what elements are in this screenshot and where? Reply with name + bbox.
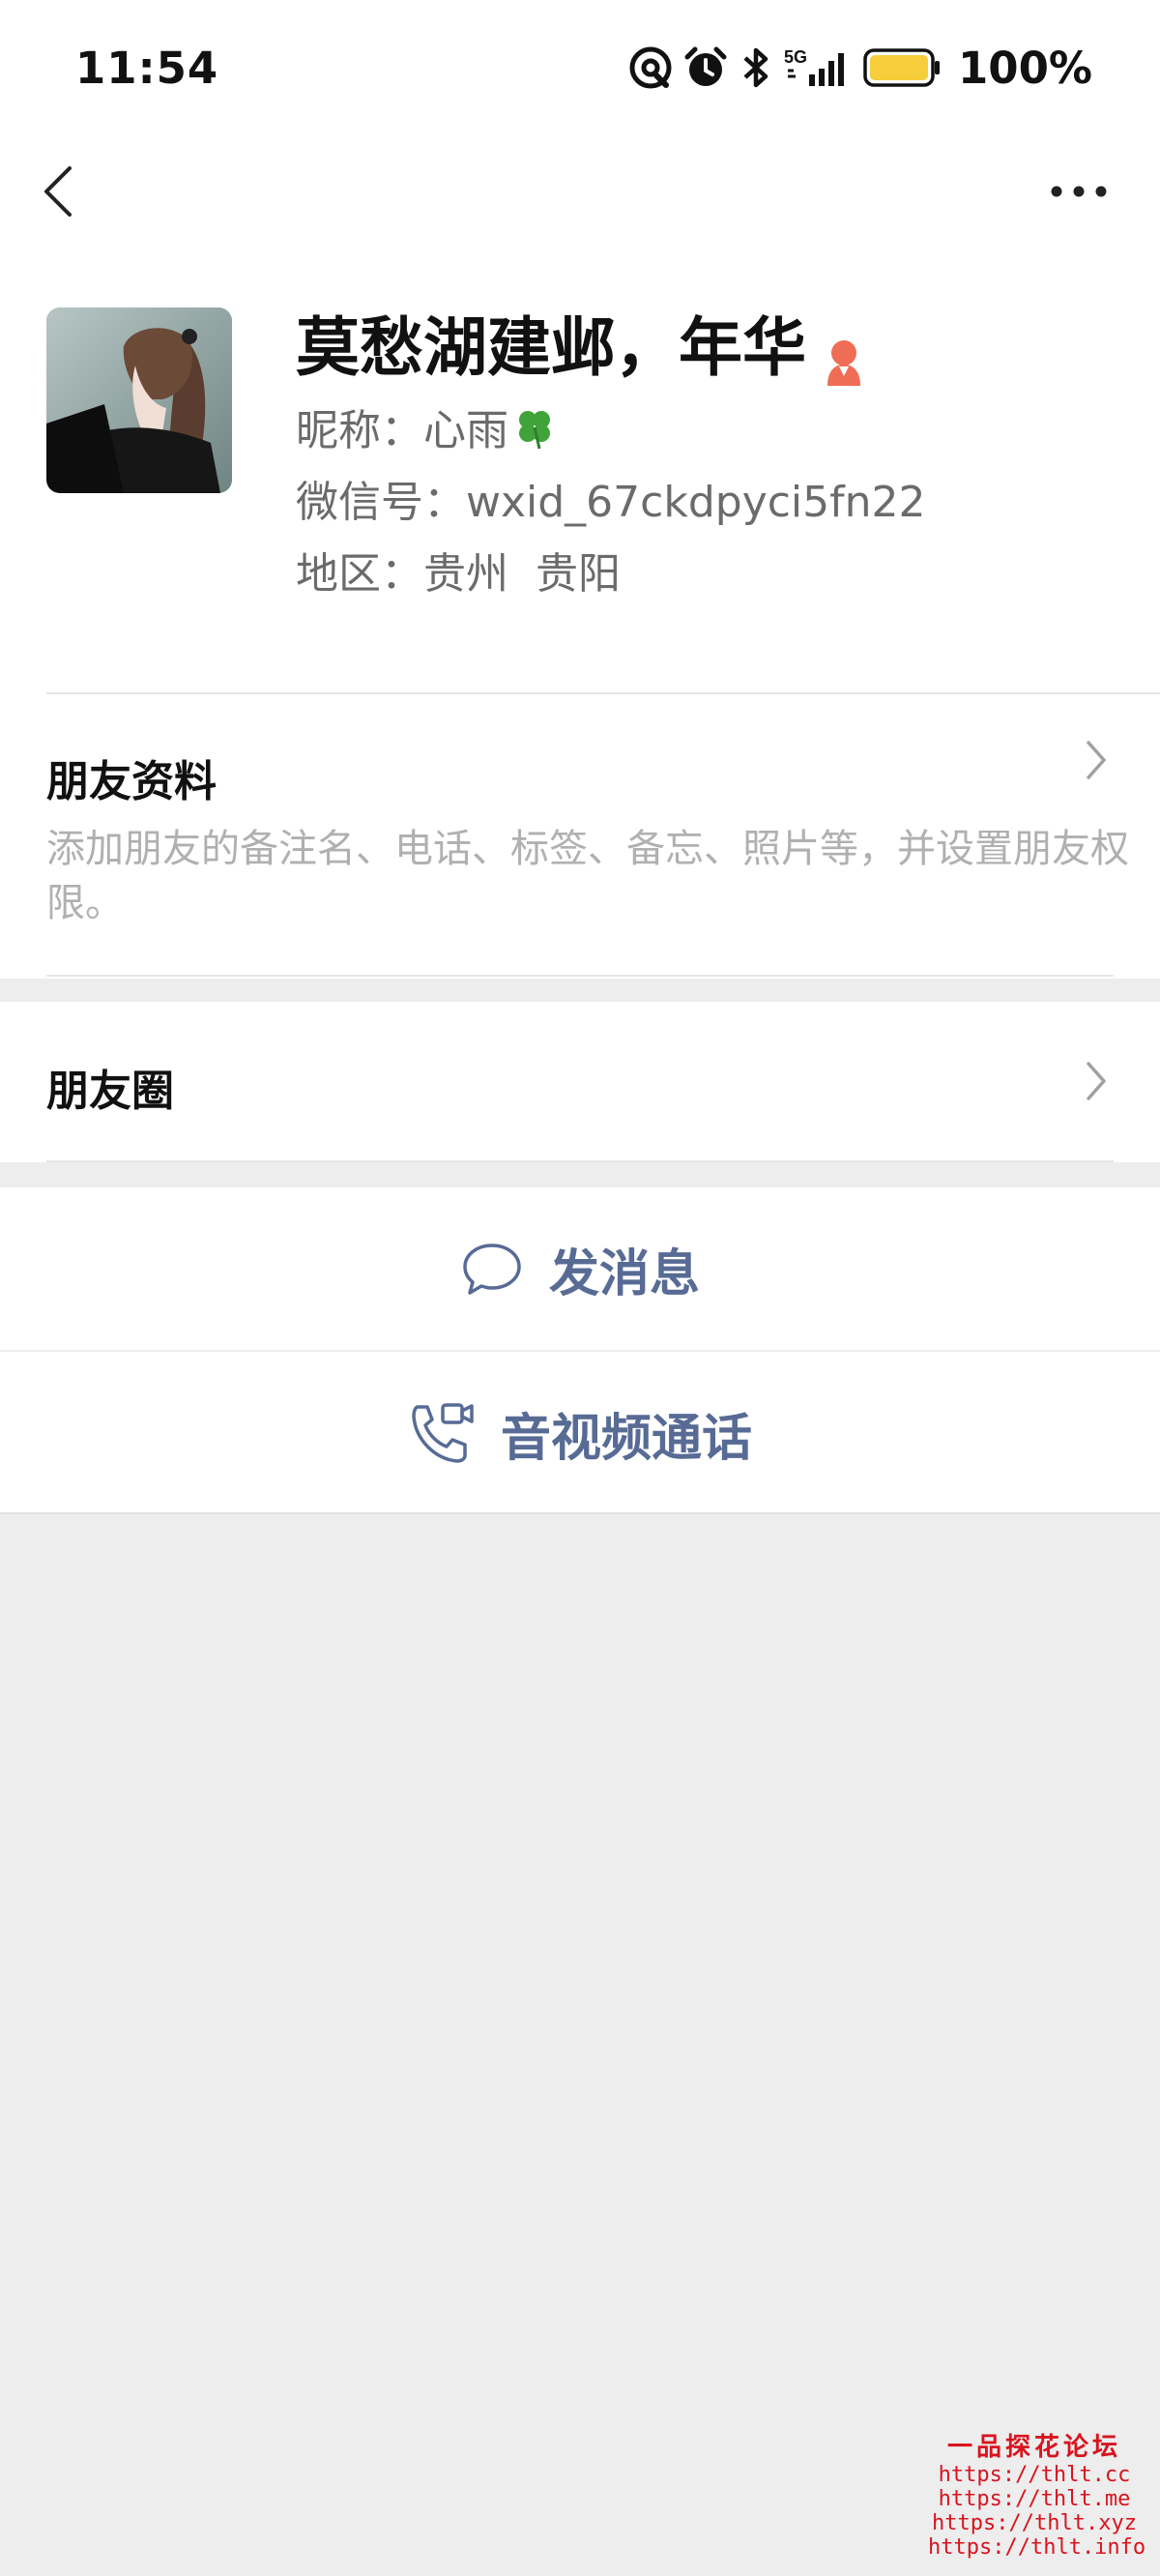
wechat-id-label: 微信号： <box>296 478 466 527</box>
profile-name-text: 莫愁湖建邺，年华 <box>296 310 806 385</box>
friend-info-title: 朋友资料 <box>46 757 217 806</box>
divider <box>0 1512 1160 1514</box>
chevron-left-icon <box>44 166 72 217</box>
divider <box>46 975 1114 977</box>
bluetooth-icon <box>740 45 772 90</box>
watermark-title: 一品探花论坛 <box>946 2433 1121 2462</box>
battery-icon <box>863 47 941 88</box>
alarm-icon <box>683 45 728 90</box>
chevron-right-icon <box>1087 1062 1106 1100</box>
chevron-right-icon <box>1087 741 1106 779</box>
region-line: 地区：贵州 贵阳 <box>296 545 621 603</box>
moments-row[interactable]: 朋友圈 <box>0 1002 1160 1162</box>
friend-info-description: 添加朋友的备注名、电话、标签、备忘、照片等，并设置朋友权限。 <box>46 827 1129 925</box>
status-bar: 11:54 5G 100% <box>0 0 1160 135</box>
moments-title: 朋友圈 <box>46 1067 174 1116</box>
more-dots-icon <box>1051 186 1107 197</box>
battery-percent: 100% <box>957 42 1092 94</box>
section-gap <box>0 1162 1160 1186</box>
network-label: 5G <box>784 47 807 67</box>
avatar-image <box>46 307 232 493</box>
profile-name: 莫愁湖建邺，年华 <box>296 307 866 389</box>
nickname-line: 昵称：心雨 <box>296 402 557 460</box>
hotspot-icon <box>629 46 672 89</box>
region-label: 地区： <box>296 549 423 599</box>
video-call-label: 音视频通话 <box>500 1409 752 1468</box>
wechat-id-line: 微信号：wxid_67ckdpyci5fn22 <box>296 474 926 532</box>
watermark-link: https://thlt.info <box>928 2535 1146 2560</box>
send-message-button[interactable]: 发消息 <box>0 1187 1160 1350</box>
clover-icon <box>512 406 557 451</box>
status-time: 11:54 <box>75 43 219 94</box>
phone-video-icon <box>412 1403 474 1463</box>
status-icons: 5G 100% <box>629 39 1092 97</box>
watermark-link: https://thlt.xyz <box>932 2511 1137 2535</box>
back-button[interactable] <box>37 161 79 222</box>
chat-bubble-icon <box>463 1244 521 1295</box>
section-gap <box>0 979 1160 1002</box>
female-icon <box>822 324 866 386</box>
video-call-button[interactable]: 音视频通话 <box>0 1352 1160 1514</box>
wechat-id-value: wxid_67ckdpyci5fn22 <box>466 478 926 527</box>
signal-icon: 5G <box>784 45 852 90</box>
send-message-label: 发消息 <box>548 1244 700 1303</box>
more-button[interactable] <box>1048 178 1110 205</box>
avatar[interactable] <box>46 307 232 493</box>
nickname-label: 昵称： <box>296 406 423 455</box>
nickname-value: 心雨 <box>423 406 508 455</box>
watermark-link: https://thlt.cc <box>938 2463 1131 2487</box>
region-value: 贵州 贵阳 <box>423 549 621 599</box>
watermark: 一品探花论坛 https://thlt.cc https://thlt.me h… <box>928 2427 1146 2560</box>
watermark-link: https://thlt.me <box>938 2487 1131 2511</box>
